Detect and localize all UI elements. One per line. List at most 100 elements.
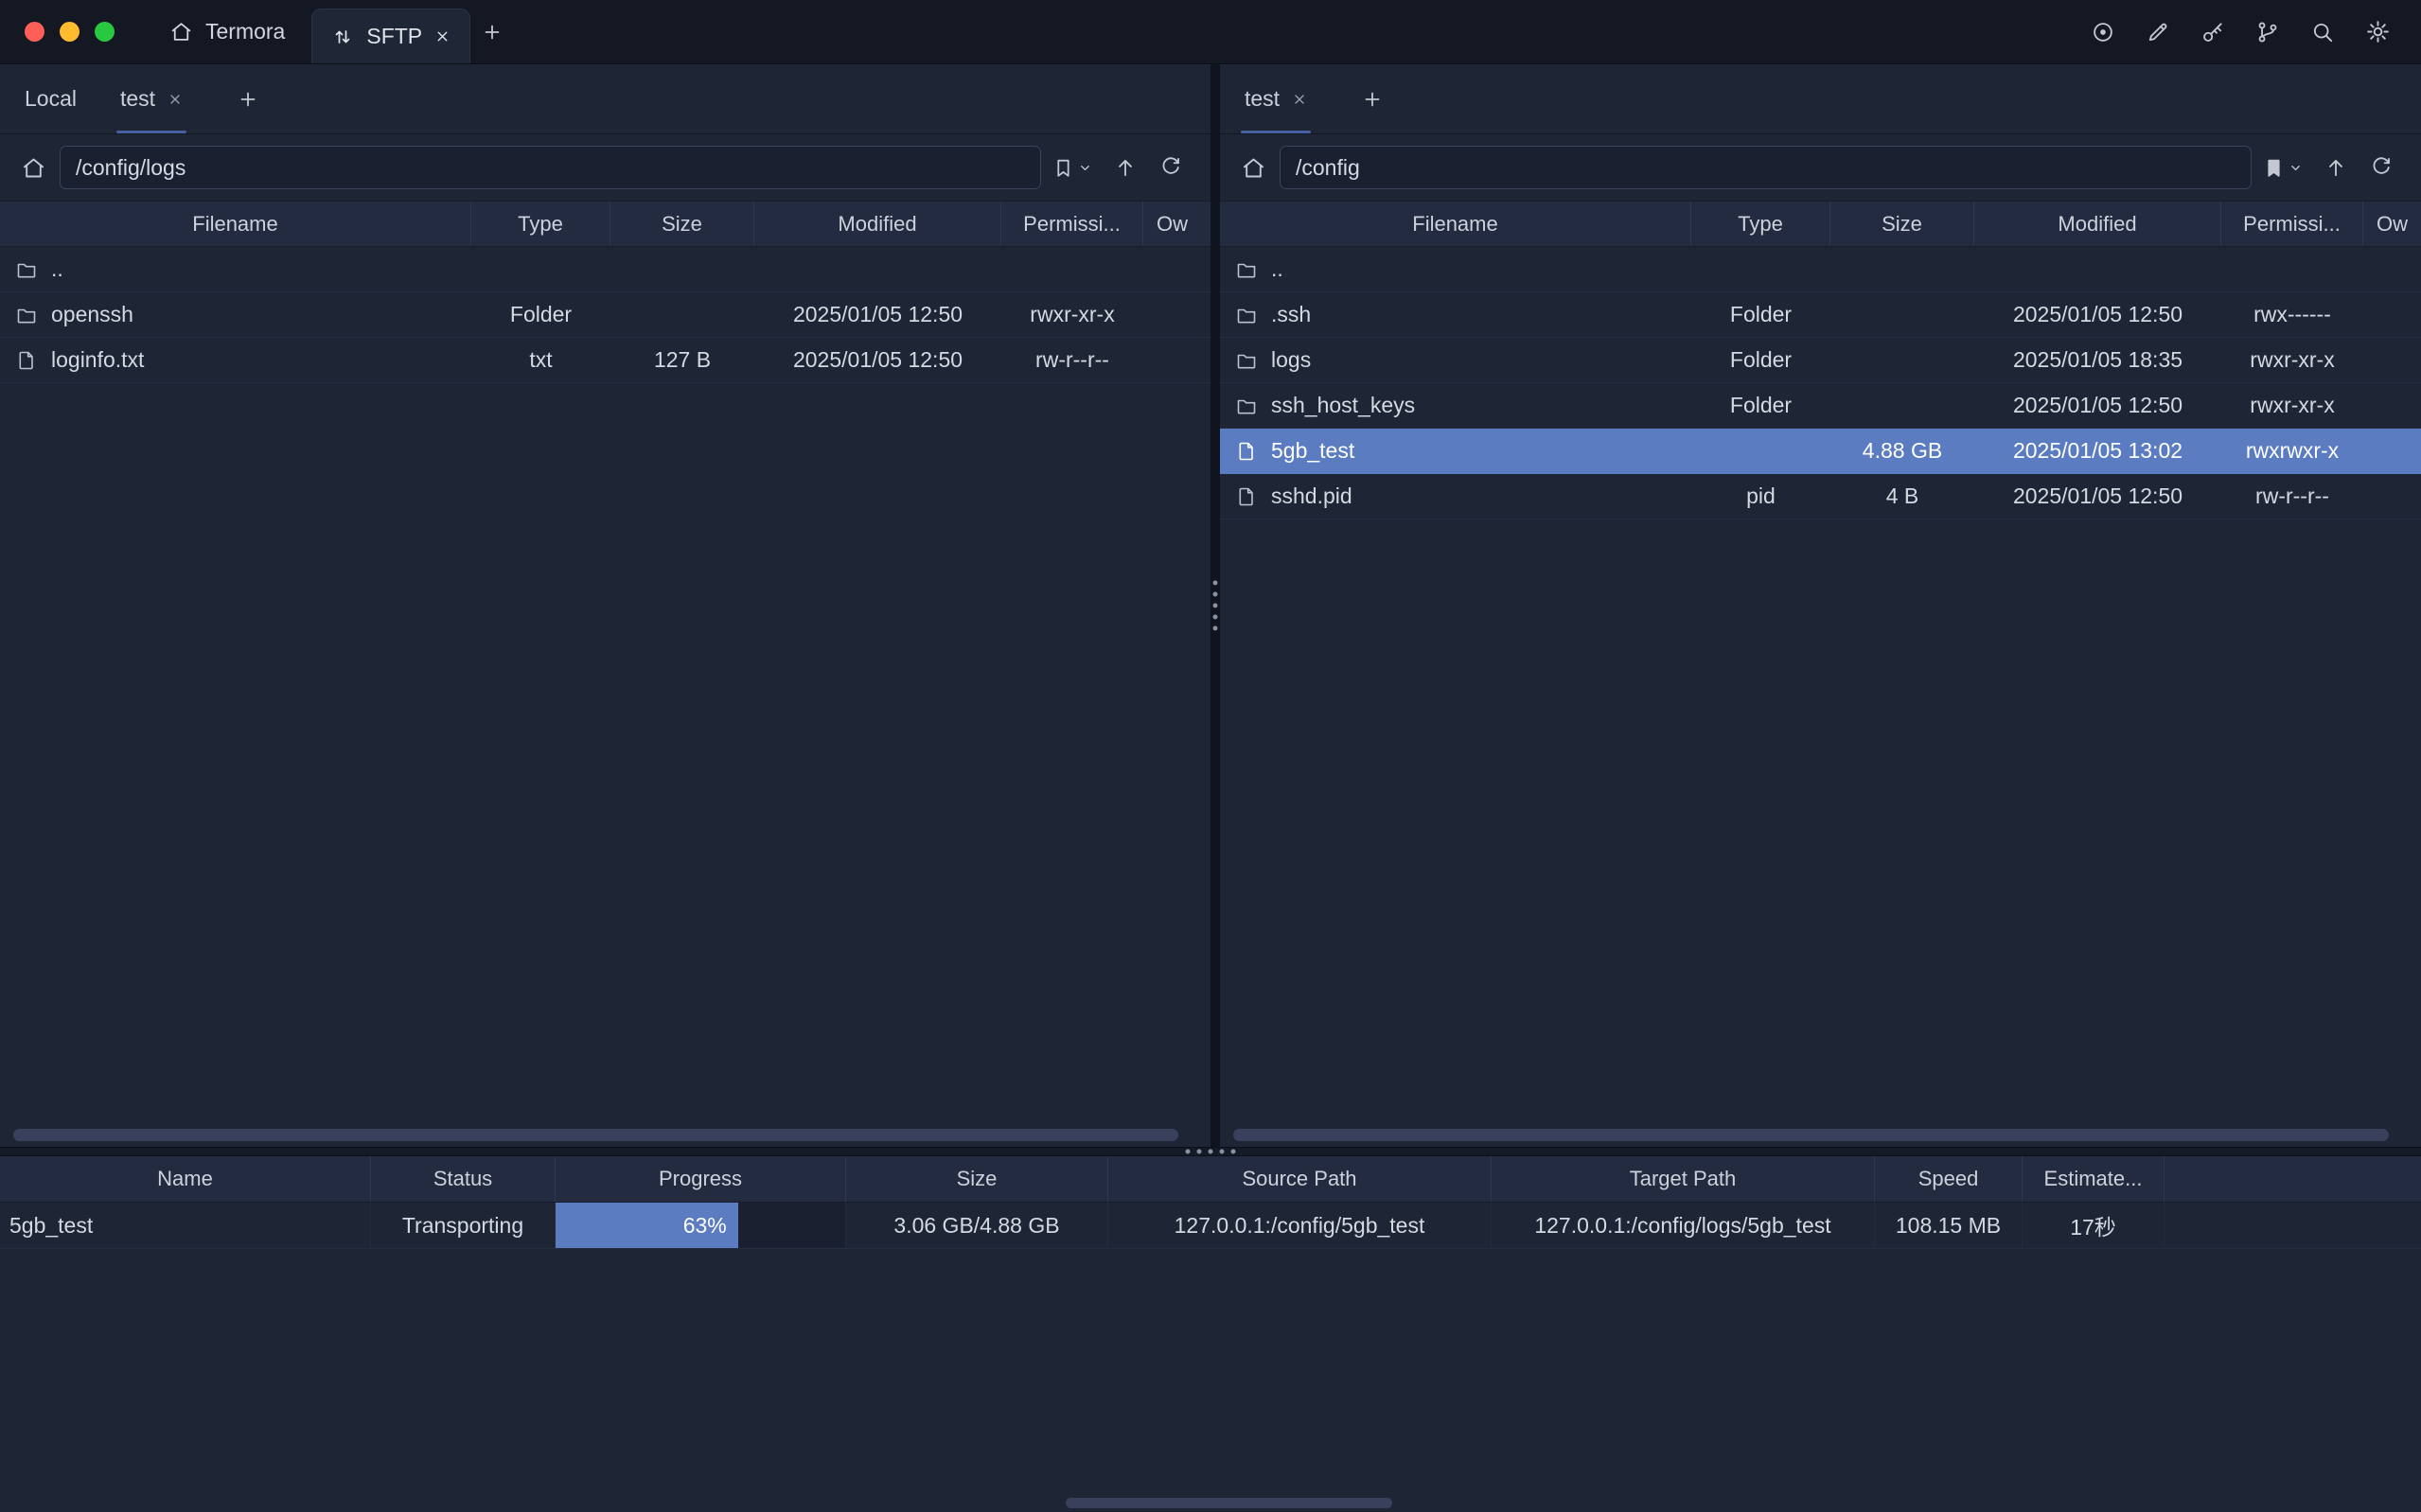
key-icon[interactable] bbox=[2200, 20, 2225, 44]
left-pane-tabbar: Local test bbox=[0, 64, 1210, 134]
file-row[interactable]: .ssh Folder 2025/01/05 12:50 rwx------ bbox=[1220, 292, 2421, 338]
search-icon[interactable] bbox=[2310, 20, 2335, 44]
file-icon bbox=[1235, 485, 1258, 508]
tab-local[interactable]: Local bbox=[25, 64, 77, 133]
file-modified: 2025/01/05 12:50 bbox=[1974, 393, 2221, 418]
tab-sftp[interactable]: SFTP bbox=[311, 9, 470, 63]
left-file-list: .. openssh Folder 2025/01/05 12:50 bbox=[0, 247, 1210, 383]
right-pathbar bbox=[1220, 134, 2421, 201]
vertical-splitter[interactable] bbox=[1210, 64, 1220, 1147]
left-pane: Local test bbox=[0, 64, 1210, 1147]
gear-icon[interactable] bbox=[2365, 19, 2391, 44]
arrow-up-icon bbox=[1113, 155, 1138, 180]
column-header-modified[interactable]: Modified bbox=[1974, 202, 2221, 246]
column-header-owner[interactable]: Ow bbox=[1143, 202, 1210, 246]
column-header-filename[interactable]: Filename bbox=[0, 202, 471, 246]
transfer-progress-bar: 63% bbox=[556, 1203, 846, 1248]
column-header-owner[interactable]: Ow bbox=[2363, 202, 2421, 246]
right-pane: test bbox=[1220, 64, 2421, 1147]
zoom-window-button[interactable] bbox=[95, 22, 115, 42]
home-button[interactable] bbox=[0, 155, 60, 181]
file-name: logs bbox=[1271, 347, 1311, 373]
folder-icon bbox=[15, 258, 38, 281]
close-icon[interactable] bbox=[434, 28, 451, 44]
column-header-estimate[interactable]: Estimate... bbox=[2023, 1156, 2165, 1202]
go-up-button[interactable] bbox=[2313, 155, 2359, 180]
column-header-permissions[interactable]: Permissi... bbox=[1001, 202, 1143, 246]
arrow-up-icon bbox=[2324, 155, 2348, 180]
file-icon bbox=[15, 349, 38, 372]
record-icon[interactable] bbox=[2091, 20, 2115, 44]
left-pathbar bbox=[0, 134, 1210, 201]
transfer-source-path: 127.0.0.1:/config/5gb_test bbox=[1108, 1203, 1492, 1248]
column-header-size[interactable]: Size bbox=[1830, 202, 1974, 246]
add-tab-button[interactable] bbox=[226, 78, 270, 121]
home-button[interactable] bbox=[1220, 155, 1280, 181]
window-controls bbox=[0, 22, 143, 42]
column-header-progress[interactable]: Progress bbox=[556, 1156, 846, 1202]
column-header-type[interactable]: Type bbox=[1691, 202, 1830, 246]
tab-test-left[interactable]: test bbox=[120, 64, 183, 133]
bookmark-button[interactable] bbox=[2252, 156, 2313, 180]
refresh-icon bbox=[2369, 155, 2394, 180]
file-modified: 2025/01/05 12:50 bbox=[754, 347, 1001, 373]
column-header-size[interactable]: Size bbox=[846, 1156, 1108, 1202]
refresh-button[interactable] bbox=[2359, 155, 2404, 180]
tab-termora[interactable]: Termora bbox=[143, 0, 311, 63]
close-icon[interactable] bbox=[168, 92, 183, 107]
column-header-filename[interactable]: Filename bbox=[1220, 202, 1691, 246]
file-type: Folder bbox=[1691, 302, 1830, 327]
refresh-button[interactable] bbox=[1148, 155, 1193, 180]
file-row[interactable]: loginfo.txt txt 127 B 2025/01/05 12:50 r… bbox=[0, 338, 1210, 383]
column-header-permissions[interactable]: Permissi... bbox=[2221, 202, 2363, 246]
new-tab-button[interactable] bbox=[470, 10, 514, 54]
go-up-button[interactable] bbox=[1103, 155, 1148, 180]
file-permissions: rw-r--r-- bbox=[2221, 483, 2363, 509]
column-header-modified[interactable]: Modified bbox=[754, 202, 1001, 246]
tab-label: test bbox=[1245, 86, 1280, 112]
scrollbar-thumb[interactable] bbox=[13, 1129, 1178, 1141]
file-row[interactable]: ssh_host_keys Folder 2025/01/05 12:50 rw… bbox=[1220, 383, 2421, 429]
minimize-window-button[interactable] bbox=[60, 22, 80, 42]
git-branch-icon[interactable] bbox=[2255, 20, 2280, 44]
column-header-status[interactable]: Status bbox=[371, 1156, 556, 1202]
file-row[interactable]: sshd.pid pid 4 B 2025/01/05 12:50 rw-r--… bbox=[1220, 474, 2421, 519]
file-modified: 2025/01/05 12:50 bbox=[1974, 483, 2221, 509]
column-header-speed[interactable]: Speed bbox=[1875, 1156, 2023, 1202]
right-file-list: .. .ssh Folder 2025/01/05 12:50 bbox=[1220, 247, 2421, 519]
splitter-handle-icon bbox=[1186, 1150, 1236, 1154]
file-type: pid bbox=[1691, 483, 1830, 509]
file-name: loginfo.txt bbox=[51, 347, 144, 373]
column-header-name[interactable]: Name bbox=[0, 1156, 371, 1202]
file-row[interactable]: openssh Folder 2025/01/05 12:50 rwxr-xr-… bbox=[0, 292, 1210, 338]
file-row[interactable]: logs Folder 2025/01/05 18:35 rwxr-xr-x bbox=[1220, 338, 2421, 383]
horizontal-splitter[interactable] bbox=[0, 1147, 2421, 1156]
transfers-hscrollbar-thumb[interactable] bbox=[1066, 1498, 1392, 1508]
close-icon[interactable] bbox=[1292, 92, 1307, 107]
file-name: ssh_host_keys bbox=[1271, 393, 1415, 418]
add-tab-button[interactable] bbox=[1351, 78, 1394, 121]
path-input[interactable] bbox=[60, 146, 1041, 189]
file-permissions: rwxr-xr-x bbox=[1001, 302, 1143, 327]
transfer-row[interactable]: 5gb_test Transporting 63% 3.06 GB/4.88 G… bbox=[0, 1203, 2421, 1249]
file-type: txt bbox=[471, 347, 610, 373]
transfer-estimate: 17秒 bbox=[2023, 1203, 2165, 1248]
path-input[interactable] bbox=[1280, 146, 2252, 189]
scrollbar-thumb[interactable] bbox=[1233, 1129, 2389, 1141]
column-header-type[interactable]: Type bbox=[471, 202, 610, 246]
pencil-icon[interactable] bbox=[2146, 20, 2170, 44]
file-type: Folder bbox=[1691, 393, 1830, 418]
app-window: Termora SFTP bbox=[0, 0, 2421, 1512]
tab-test-right[interactable]: test bbox=[1245, 64, 1307, 133]
file-row[interactable]: .. bbox=[1220, 247, 2421, 292]
bookmark-button[interactable] bbox=[1041, 156, 1103, 180]
file-type: Folder bbox=[1691, 347, 1830, 373]
file-row[interactable]: .. bbox=[0, 247, 1210, 292]
file-row-selected[interactable]: 5gb_test 4.88 GB 2025/01/05 13:02 rwxrwx… bbox=[1220, 429, 2421, 474]
file-name: sshd.pid bbox=[1271, 483, 1352, 509]
column-header-source-path[interactable]: Source Path bbox=[1108, 1156, 1492, 1202]
file-name: openssh bbox=[51, 302, 133, 327]
close-window-button[interactable] bbox=[25, 22, 44, 42]
column-header-target-path[interactable]: Target Path bbox=[1492, 1156, 1875, 1202]
column-header-size[interactable]: Size bbox=[610, 202, 754, 246]
